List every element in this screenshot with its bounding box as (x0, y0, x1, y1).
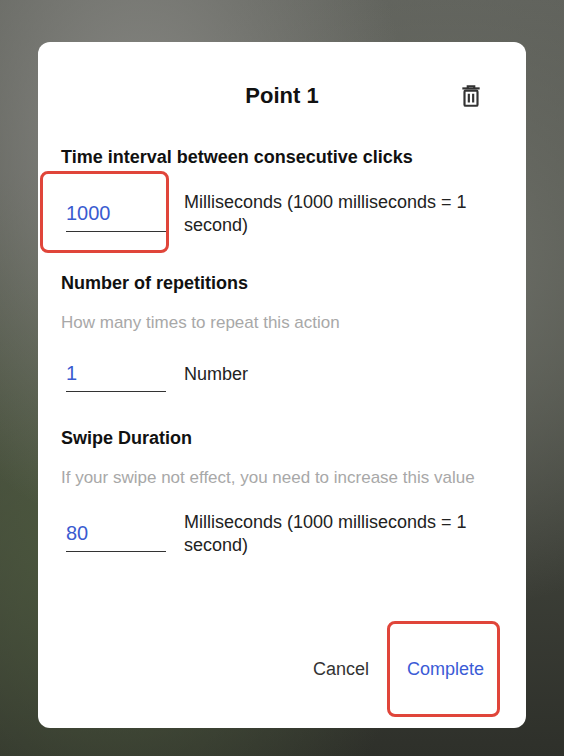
setting-label: Number of repetitions (61, 271, 498, 295)
unit-label: Milliseconds (1000 milliseconds = 1 seco… (184, 511, 498, 557)
button-wrap: Complete (393, 647, 498, 691)
trash-icon[interactable] (458, 83, 484, 109)
value-input[interactable] (66, 356, 166, 392)
input-wrap (66, 356, 166, 392)
value-input[interactable] (66, 196, 166, 232)
dialog-button[interactable]: Complete (393, 647, 498, 691)
setting-section: Number of repetitions How many times to r… (61, 271, 498, 392)
setting-hint: How many times to repeat this action (61, 311, 498, 334)
unit-label: Number (184, 363, 498, 386)
unit-label: Milliseconds (1000 milliseconds = 1 seco… (184, 191, 498, 237)
dialog-actions: CancelComplete (61, 647, 498, 691)
value-input[interactable] (66, 516, 166, 552)
setting-section: Time interval between consecutive clicks… (61, 145, 498, 237)
setting-row: Number (61, 356, 498, 392)
input-wrap (66, 196, 166, 232)
setting-row: Milliseconds (1000 milliseconds = 1 seco… (61, 191, 498, 237)
screen: Point 1 Time interval between consecutive… (0, 0, 564, 756)
dialog-header: Point 1 (61, 81, 498, 111)
point-dialog: Point 1 Time interval between consecutive… (38, 42, 526, 728)
setting-label: Time interval between consecutive clicks (61, 145, 498, 169)
setting-section: Swipe Duration If your swipe not effect, … (61, 426, 498, 557)
input-wrap (66, 516, 166, 552)
setting-row: Milliseconds (1000 milliseconds = 1 seco… (61, 511, 498, 557)
highlight-box (40, 171, 169, 253)
highlight-box (387, 621, 500, 717)
setting-label: Swipe Duration (61, 426, 498, 450)
dialog-title: Point 1 (245, 81, 318, 111)
button-wrap: Cancel (299, 647, 383, 691)
setting-hint: If your swipe not effect, you need to in… (61, 466, 498, 489)
dialog-button[interactable]: Cancel (299, 647, 383, 691)
